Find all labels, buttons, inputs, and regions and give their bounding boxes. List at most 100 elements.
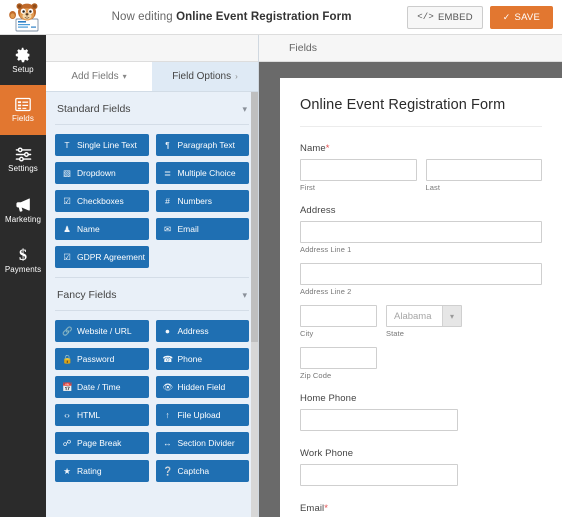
- page-title: Now editing Online Event Registration Fo…: [50, 11, 407, 23]
- address-line-2-input[interactable]: [300, 263, 542, 285]
- form-field-work-phone[interactable]: Work Phone: [300, 448, 542, 486]
- field-button-email[interactable]: ✉ Email: [155, 218, 249, 240]
- last-name-input[interactable]: [425, 159, 542, 181]
- wpforms-form-builder: Now editing Online Event Registration Fo…: [0, 0, 562, 517]
- save-button[interactable]: ✓ SAVE: [489, 5, 553, 29]
- tab-add-fields[interactable]: Add Fields ▾: [46, 62, 152, 91]
- field-button-label: Single Line Text: [77, 140, 137, 150]
- field-button-label: Captcha: [177, 466, 210, 476]
- field-button-website-url[interactable]: 🔗 Website / URL: [55, 320, 149, 342]
- field-sublabel: Last: [425, 183, 441, 192]
- field-button-multiple-choice[interactable]: ≣ Multiple Choice: [155, 162, 249, 184]
- sidebar-item-payments[interactable]: $ Payments: [0, 235, 46, 285]
- standard-fields-grid: T Single Line Text ¶ Paragraph Text ▧ Dr…: [55, 134, 249, 268]
- paragraph-icon: ¶: [165, 140, 170, 150]
- sidebar-item-setup[interactable]: Setup: [0, 35, 46, 85]
- field-button-paragraph-text[interactable]: ¶ Paragraph Text: [155, 134, 249, 156]
- field-button-label: Hidden Field: [177, 382, 226, 392]
- address-line-1-input[interactable]: [300, 221, 542, 243]
- top-bar: Now editing Online Event Registration Fo…: [0, 0, 562, 35]
- sidebar-item-label: Setup: [12, 64, 34, 74]
- first-name-input[interactable]: [300, 159, 417, 181]
- section-header-fancy-fields[interactable]: Fancy Fields ▾: [55, 277, 249, 311]
- field-button-label: Section Divider: [177, 438, 235, 448]
- phone-icon: ☎: [162, 353, 174, 364]
- panel-scrollbar-thumb[interactable]: [251, 92, 258, 342]
- checkbox-icon: ☑: [63, 195, 71, 206]
- sidebar-item-fields[interactable]: Fields: [0, 85, 46, 135]
- lock-icon: 🔒: [62, 353, 73, 364]
- field-button-numbers[interactable]: # Numbers: [155, 190, 249, 212]
- panel-tabs: Add Fields ▾ Field Options ›: [46, 62, 258, 92]
- name-last-wrap: Last: [425, 159, 542, 192]
- field-button-html[interactable]: ‹› HTML: [55, 404, 149, 426]
- field-button-label: Email: [177, 224, 199, 234]
- field-button-date-time[interactable]: 📅 Date / Time: [55, 376, 149, 398]
- field-button-address[interactable]: ● Address: [155, 320, 249, 342]
- panel-scroll-area: Standard Fields ▾ T Single Line Text ¶ P…: [46, 92, 258, 517]
- section-title: Standard Fields: [57, 103, 131, 115]
- question-circle-icon: ❔: [162, 465, 174, 476]
- tab-fields[interactable]: Fields: [289, 42, 317, 54]
- field-sublabel: First: [300, 183, 316, 192]
- field-button-password[interactable]: 🔒 Password: [55, 348, 149, 370]
- field-label-text: Name: [300, 143, 326, 154]
- dropdown-icon: ▧: [62, 167, 72, 178]
- calendar-icon: 📅: [62, 381, 73, 392]
- save-button-label: SAVE: [514, 11, 540, 23]
- tab-field-options[interactable]: Field Options ›: [152, 62, 258, 91]
- tab-add-fields-label: Add Fields: [71, 71, 119, 82]
- field-button-name[interactable]: ♟ Name: [55, 218, 149, 240]
- zip-code-input[interactable]: [300, 347, 377, 369]
- radio-list-icon: ≣: [163, 167, 172, 178]
- text-cursor-icon: T: [64, 140, 70, 150]
- preview-tabbar: Fields: [259, 35, 562, 62]
- required-mark: *: [324, 503, 329, 514]
- field-sublabel: Address Line 1: [300, 245, 352, 254]
- form-field-address[interactable]: Address Address Line 1 Address Line 2 Ci…: [300, 205, 542, 380]
- sidebar-item-settings[interactable]: Settings: [0, 135, 46, 185]
- state-select[interactable]: Alabama ▾: [386, 305, 462, 327]
- field-label: Work Phone: [300, 448, 354, 459]
- address-zip-wrap: Zip Code: [300, 347, 377, 380]
- field-button-gdpr-agreement[interactable]: ☑ GDPR Agreement: [55, 246, 149, 268]
- sidebar-item-marketing[interactable]: Marketing: [0, 185, 46, 235]
- name-first-wrap: First: [300, 159, 417, 192]
- dollar-icon: $: [17, 246, 29, 263]
- field-button-label: Rating: [77, 466, 102, 476]
- field-button-rating[interactable]: ★ Rating: [55, 460, 149, 482]
- wpforms-logo: [0, 0, 50, 35]
- home-phone-input[interactable]: [300, 409, 458, 431]
- tab-field-options-label: Field Options: [172, 71, 232, 82]
- city-input[interactable]: [300, 305, 377, 327]
- field-button-captcha[interactable]: ❔ Captcha: [155, 460, 249, 482]
- form-field-home-phone[interactable]: Home Phone: [300, 393, 542, 431]
- address-line1-wrap: Address Line 1: [300, 221, 542, 254]
- embed-button[interactable]: </> EMBED: [407, 5, 483, 29]
- field-button-single-line-text[interactable]: T Single Line Text: [55, 134, 149, 156]
- state-select-value: Alabama: [394, 310, 432, 322]
- field-button-checkboxes[interactable]: ☑ Checkboxes: [55, 190, 149, 212]
- form-field-email[interactable]: Email*: [300, 503, 542, 517]
- field-button-hidden-field[interactable]: 👁 Hidden Field: [155, 376, 249, 398]
- field-sublabel: State: [386, 329, 405, 338]
- field-button-file-upload[interactable]: ↑ File Upload: [155, 404, 249, 426]
- field-button-label: GDPR Agreement: [77, 252, 146, 262]
- chevron-right-icon: ›: [235, 72, 238, 81]
- field-button-page-break[interactable]: ☍ Page Break: [55, 432, 149, 454]
- field-button-phone[interactable]: ☎ Phone: [155, 348, 249, 370]
- required-mark: *: [325, 143, 330, 154]
- work-phone-input[interactable]: [300, 464, 458, 486]
- chevron-down-icon: ▾: [242, 289, 247, 300]
- field-button-dropdown[interactable]: ▧ Dropdown: [55, 162, 149, 184]
- field-button-section-divider[interactable]: ↔ Section Divider: [155, 432, 249, 454]
- field-button-label: Phone: [177, 354, 203, 364]
- section-header-standard-fields[interactable]: Standard Fields ▾: [55, 92, 249, 125]
- form-field-name[interactable]: Name* First Last: [300, 143, 542, 192]
- user-icon: ♟: [63, 223, 71, 234]
- field-label: Email*: [300, 503, 542, 514]
- star-icon: ★: [63, 465, 71, 476]
- address-state-wrap: Alabama ▾ State: [386, 305, 462, 338]
- panel-top-spacer: [46, 35, 258, 62]
- checkbox-icon: ☑: [63, 251, 71, 262]
